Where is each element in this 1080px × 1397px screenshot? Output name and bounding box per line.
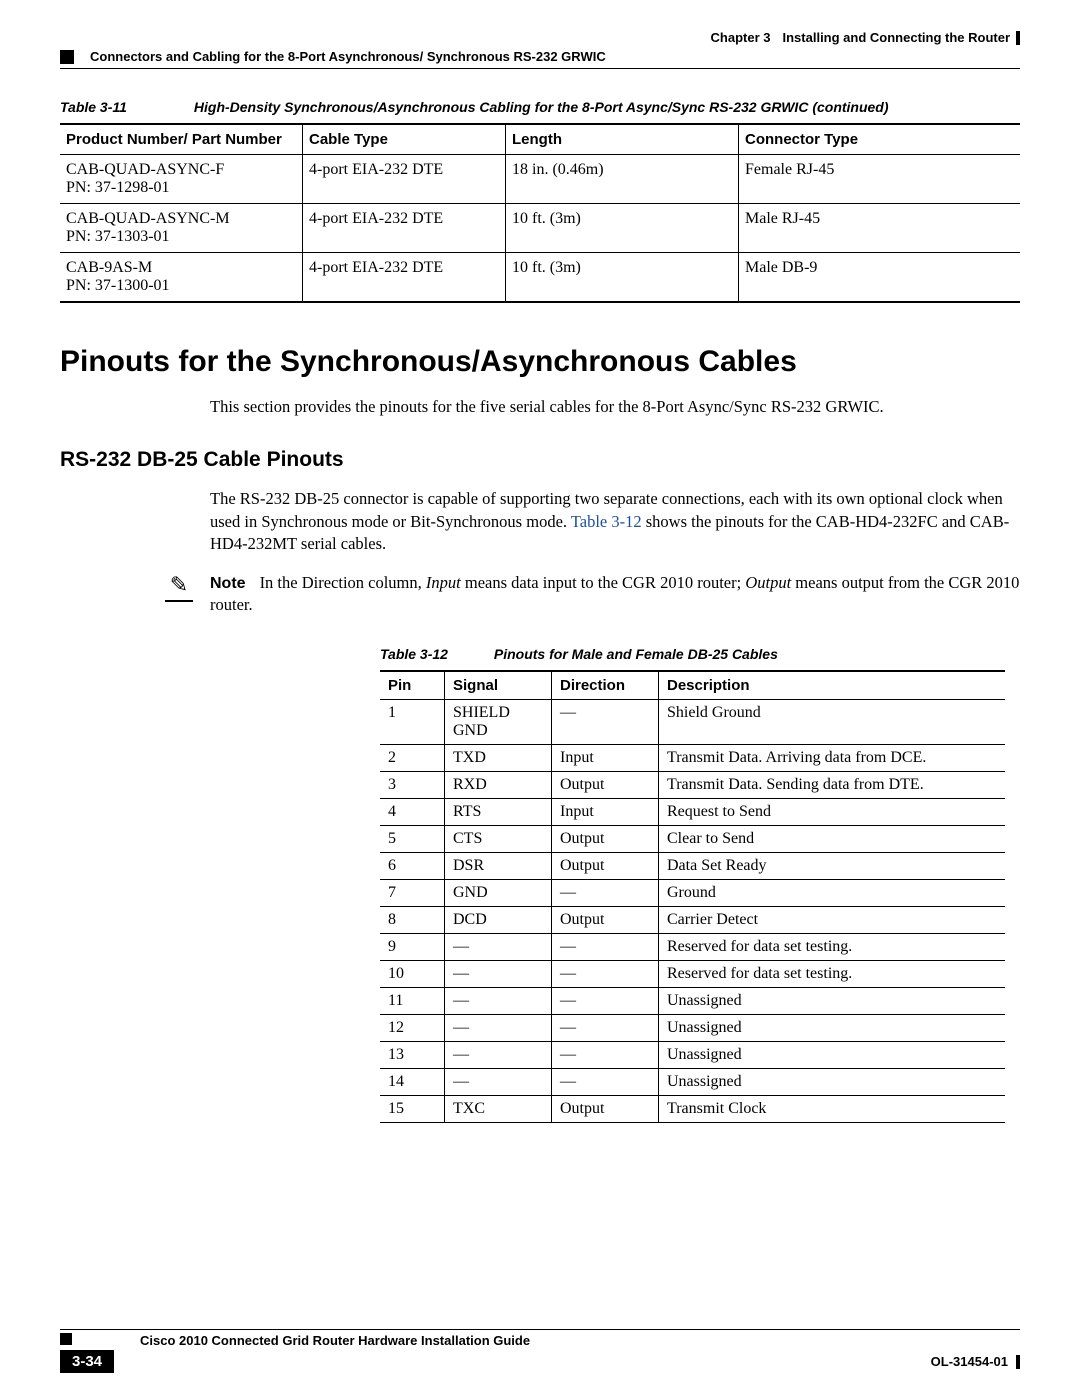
col-length: Length [506,124,739,155]
chapter-number: Chapter 3 [711,30,771,45]
table-row: CAB-9AS-MPN: 37-1300-014-port EIA-232 DT… [60,253,1020,303]
table-3-11-caption: Table 3-11 High-Density Synchronous/Asyn… [60,99,1020,115]
section-intro: This section provides the pinouts for th… [210,396,1020,418]
footer-square-icon [60,1333,72,1345]
footer-bar-icon [1016,1355,1020,1369]
table-row: 7GND—Ground [380,880,1005,907]
col-connector-type: Connector Type [739,124,1021,155]
note-block: ✎ NoteIn the Direction column, Input mea… [165,572,1020,617]
section-breadcrumb: Connectors and Cabling for the 8-Port As… [90,49,606,64]
footer-doc-number: OL-31454-01 [931,1354,1008,1369]
page-footer: Cisco 2010 Connected Grid Router Hardwar… [60,1329,1020,1373]
section-heading-pinouts: Pinouts for the Synchronous/Asynchronous… [60,345,1020,379]
footer-guide-title: Cisco 2010 Connected Grid Router Hardwar… [78,1333,1020,1348]
table-row: CAB-QUAD-ASYNC-FPN: 37-1298-014-port EIA… [60,155,1020,204]
table-row: 8DCDOutputCarrier Detect [380,907,1005,934]
table-row: 3RXDOutputTransmit Data. Sending data fr… [380,772,1005,799]
pencil-icon: ✎ [165,572,193,602]
table-row: 2TXDInputTransmit Data. Arriving data fr… [380,745,1005,772]
table-row: 6DSROutputData Set Ready [380,853,1005,880]
header-bar-icon [1016,31,1020,45]
subsection-heading-db25: RS-232 DB-25 Cable Pinouts [60,448,1020,472]
table-row: 15TXCOutputTransmit Clock [380,1096,1005,1123]
page-number-badge: 3-34 [60,1350,114,1373]
chapter-title: Installing and Connecting the Router [783,30,1011,45]
note-label: Note [210,575,246,592]
running-header: Chapter 3 Installing and Connecting the … [60,30,1020,45]
table-3-11: Product Number/ Part Number Cable Type L… [60,123,1020,303]
table-row: 10——Reserved for data set testing. [380,961,1005,988]
table-3-12-caption: Table 3-12 Pinouts for Male and Female D… [380,646,1020,662]
table-3-12: Pin Signal Direction Description 1SHIELD… [380,670,1005,1123]
table-3-12-link[interactable]: Table 3-12 [571,512,642,531]
col-signal: Signal [445,671,552,700]
db25-paragraph: The RS-232 DB-25 connector is capable of… [210,488,1020,555]
table-row: CAB-QUAD-ASYNC-MPN: 37-1303-014-port EIA… [60,204,1020,253]
col-cable-type: Cable Type [303,124,506,155]
table-row: 1SHIELD GND—Shield Ground [380,700,1005,745]
col-description: Description [659,671,1006,700]
table-row: 4RTSInputRequest to Send [380,799,1005,826]
table-row: 11——Unassigned [380,988,1005,1015]
table-row: 12——Unassigned [380,1015,1005,1042]
running-subheader: Connectors and Cabling for the 8-Port As… [60,49,1020,69]
table-row: 5CTSOutputClear to Send [380,826,1005,853]
col-direction: Direction [552,671,659,700]
table-row: 13——Unassigned [380,1042,1005,1069]
col-product-number: Product Number/ Part Number [60,124,303,155]
table-row: 14——Unassigned [380,1069,1005,1096]
table-row: 9——Reserved for data set testing. [380,934,1005,961]
header-square-icon [60,50,74,64]
col-pin: Pin [380,671,445,700]
